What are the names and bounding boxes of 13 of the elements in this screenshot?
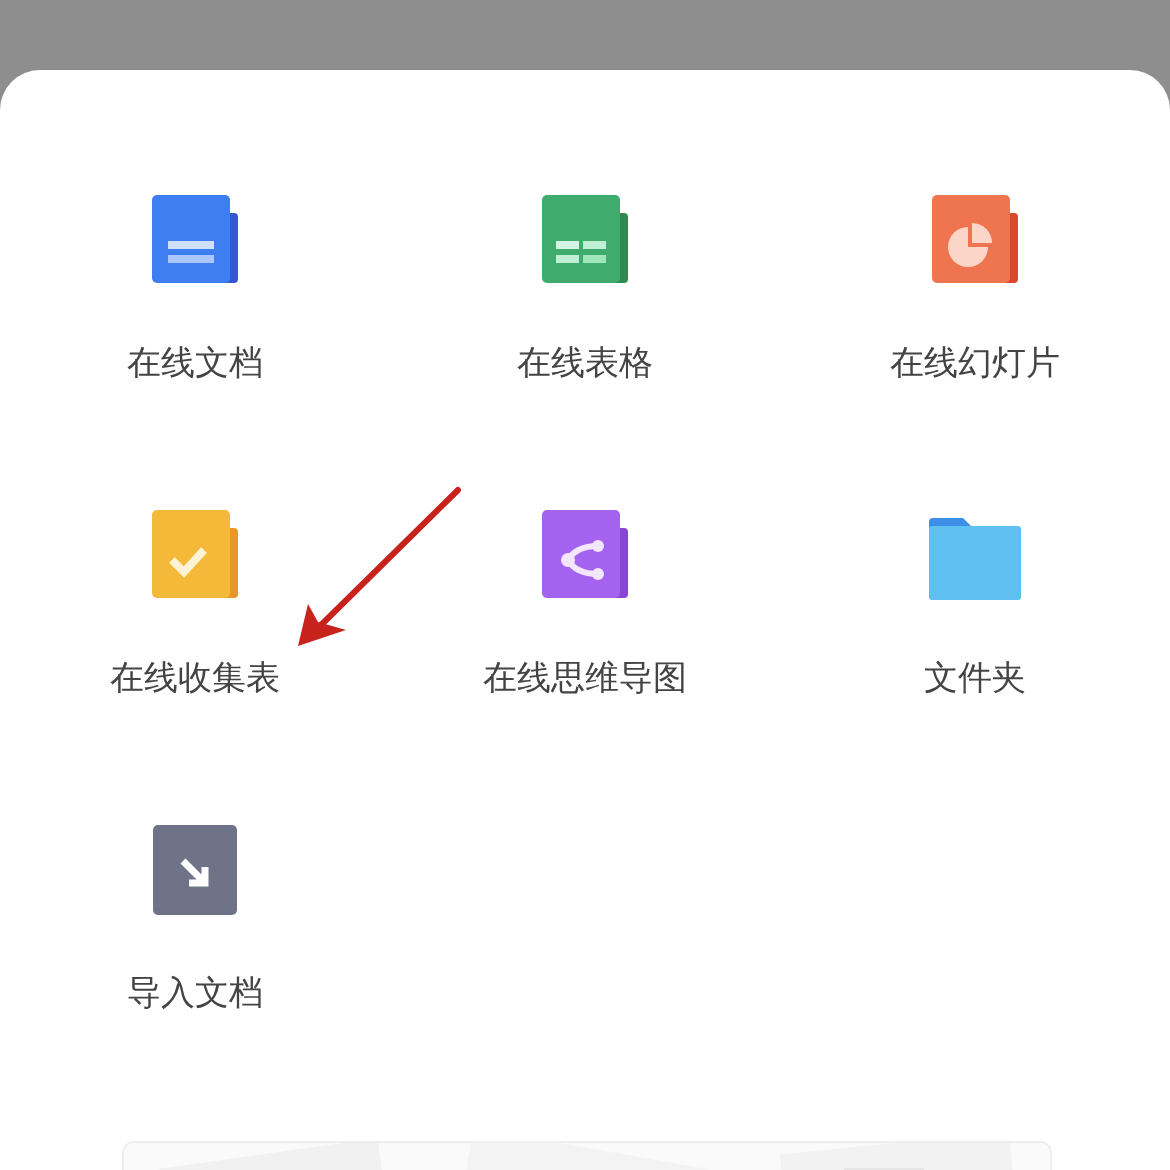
item-label: 文件夹 [924,656,1026,699]
item-label: 在线幻灯片 [890,341,1060,384]
item-label: 在线文档 [127,341,263,384]
document-icon [150,193,240,285]
item-label: 在线收集表 [110,656,280,699]
item-label: 在线表格 [517,341,653,384]
item-label: 在线思维导图 [483,656,687,699]
item-label: 导入文档 [127,971,263,1014]
mind-map-icon [540,508,630,600]
spreadsheet-icon [540,193,630,285]
presentation-icon [930,193,1020,285]
folder-icon [929,518,1021,600]
checkmark-form-icon [150,508,240,600]
